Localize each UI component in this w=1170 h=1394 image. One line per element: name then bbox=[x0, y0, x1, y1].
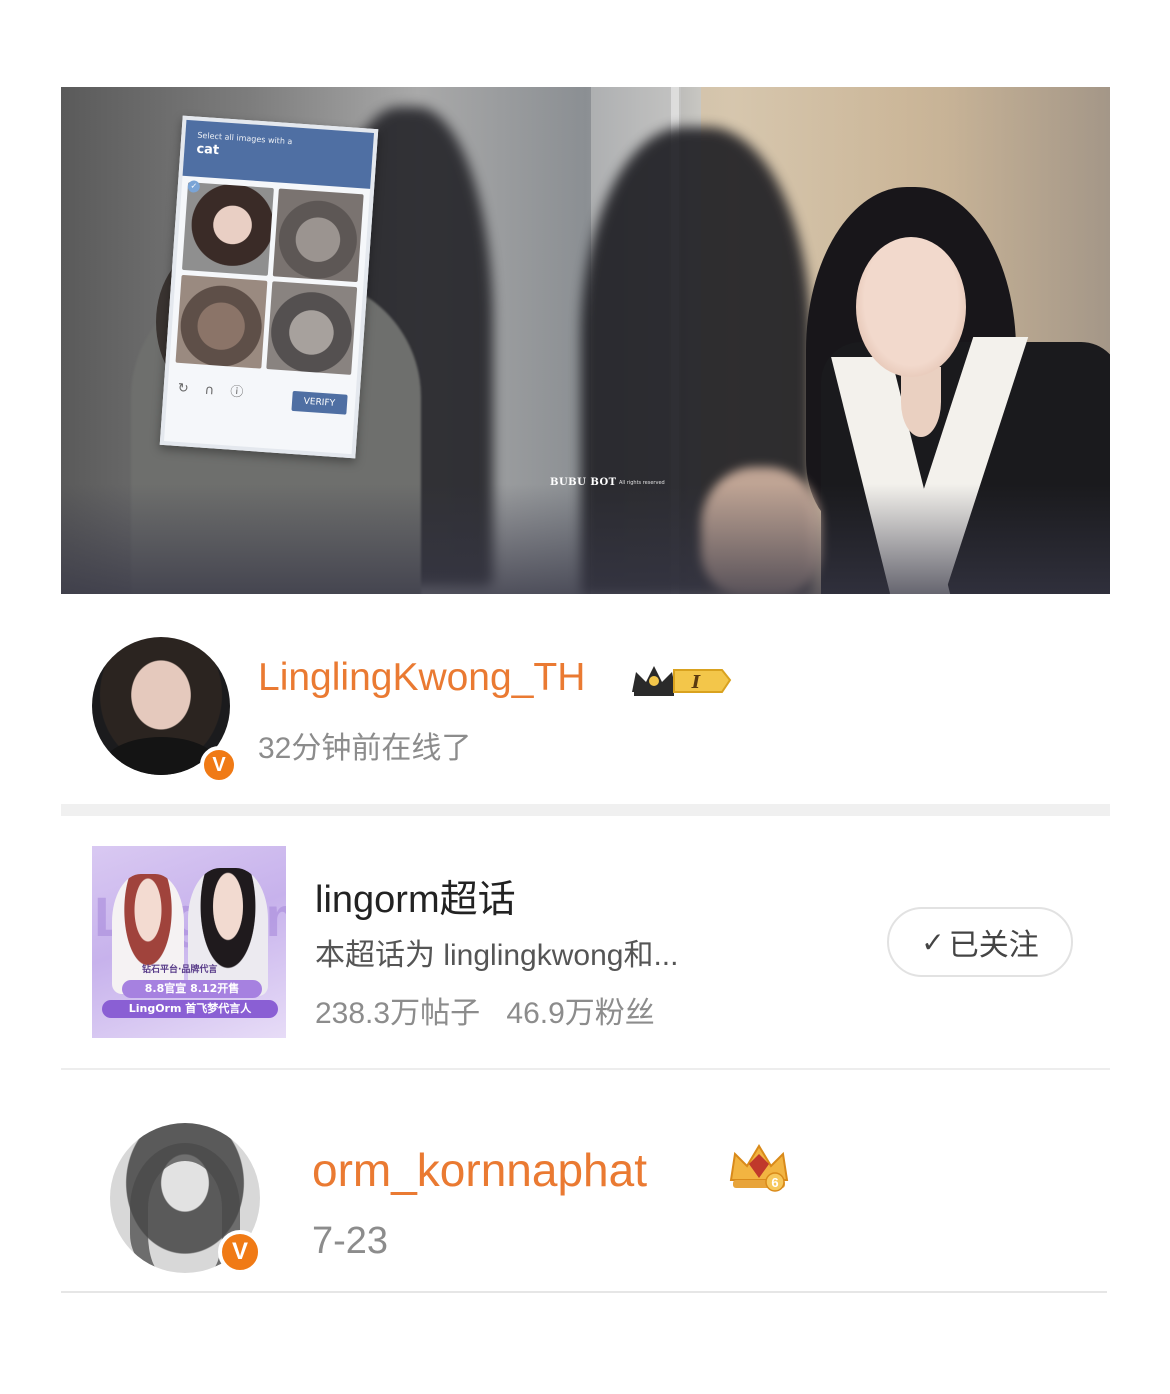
cover-person-right bbox=[188, 868, 268, 996]
captcha-tile-cat bbox=[265, 281, 358, 375]
verified-icon: V bbox=[218, 1230, 262, 1274]
level-badge-text: I bbox=[691, 672, 701, 693]
cover-ambassador-pill: LingOrm 首飞梦代言人 bbox=[102, 1000, 278, 1018]
post-photo[interactable]: Select all images with a cat ✓ ↻ ∩ ⓘ VER… bbox=[61, 87, 1110, 594]
diamond-crown-icon: 6 bbox=[729, 1144, 789, 1192]
supertopic-card[interactable]: LingOrm 钻石平台·品牌代言 8.8官宣 8.12开售 LingOrm 首… bbox=[61, 816, 1110, 1068]
captcha-tile-cat bbox=[175, 274, 267, 369]
supertopic-description: 本超话为 linglingkwong和... bbox=[315, 939, 679, 972]
followed-button[interactable]: ✓ 已关注 bbox=[887, 907, 1073, 977]
captcha-verify-button: VERIFY bbox=[290, 390, 348, 415]
verified-icon: V bbox=[200, 746, 238, 784]
online-status: 32分钟前在线了 bbox=[258, 732, 472, 765]
crowd-foreground bbox=[61, 484, 1110, 594]
fan-count: 46.9万粉丝 bbox=[506, 997, 655, 1030]
captcha-tile-cat bbox=[272, 188, 364, 283]
captcha-sign: Select all images with a cat ✓ ↻ ∩ ⓘ VER… bbox=[159, 115, 379, 459]
user-card-linglingkwong[interactable]: V LinglingKwong_TH I 32分钟前在线了 bbox=[61, 596, 1110, 804]
username[interactable]: orm_kornnaphat bbox=[312, 1143, 647, 1197]
person-right-face bbox=[856, 237, 966, 377]
check-icon: ✓ bbox=[921, 926, 945, 958]
cover-top-text: 钻石平台·品牌代言 bbox=[142, 965, 218, 975]
followed-label: 已关注 bbox=[948, 929, 1039, 962]
last-active-date: 7-23 bbox=[312, 1220, 389, 1262]
captcha-grid bbox=[169, 176, 370, 382]
card-bottom-border bbox=[61, 1291, 1107, 1293]
supertopic-title[interactable]: lingorm超话 bbox=[315, 868, 516, 923]
post-count: 238.3万帖子 bbox=[315, 997, 481, 1030]
username[interactable]: LinglingKwong_TH bbox=[258, 656, 585, 700]
crown-level-icon: I bbox=[632, 666, 732, 696]
level-badge-text: 6 bbox=[771, 1175, 778, 1190]
user-card-orm[interactable]: V orm_kornnaphat 6 7-23 bbox=[61, 1070, 1107, 1291]
captcha-footer-icons: ↻ ∩ ⓘ bbox=[177, 380, 250, 401]
cover-date-pill: 8.8官宣 8.12开售 bbox=[122, 980, 262, 998]
person-right-neck bbox=[901, 367, 941, 437]
photo-watermark-rights: All rights reserved bbox=[619, 480, 665, 486]
section-divider bbox=[61, 804, 1110, 816]
cover-person-left bbox=[112, 874, 184, 994]
supertopic-stats: 238.3万帖子 46.9万粉丝 bbox=[315, 988, 655, 1032]
captcha-tile-girl bbox=[181, 182, 274, 276]
supertopic-cover[interactable]: LingOrm 钻石平台·品牌代言 8.8官宣 8.12开售 LingOrm 首… bbox=[92, 846, 286, 1038]
photo-watermark: BUBU BOT bbox=[550, 477, 617, 488]
